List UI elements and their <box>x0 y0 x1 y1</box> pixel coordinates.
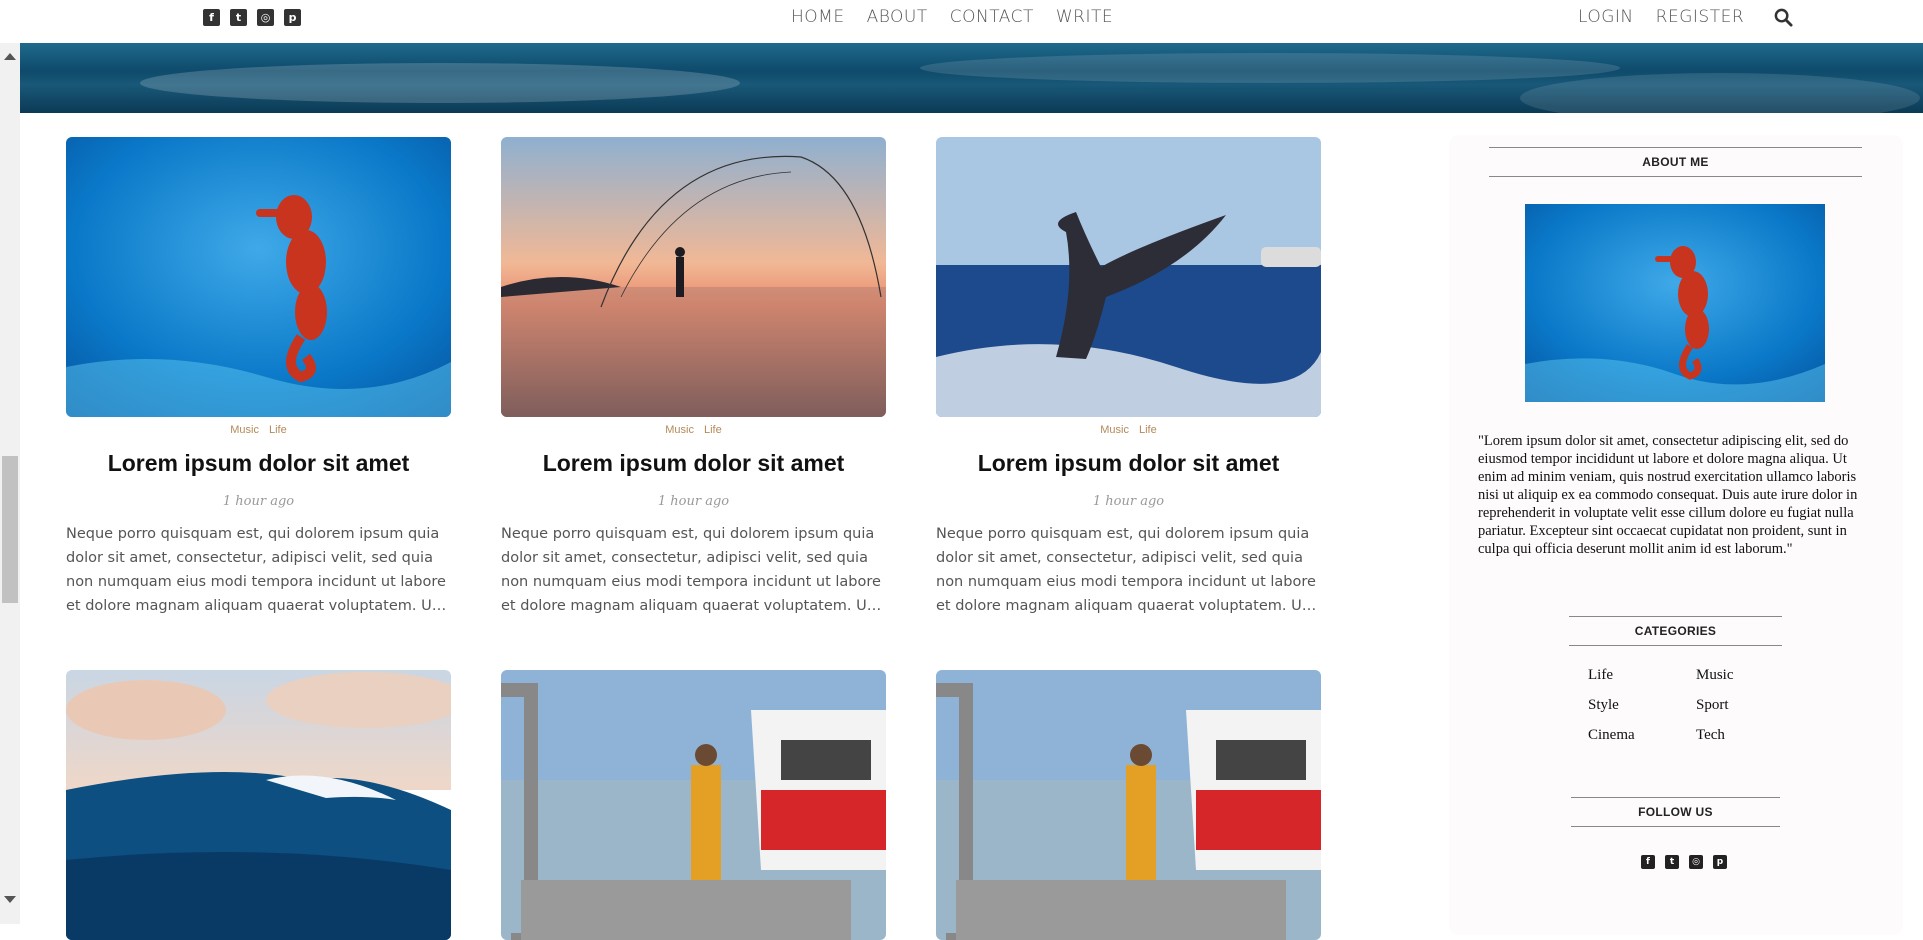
post-card[interactable] <box>66 670 451 940</box>
post-image-fishing-boat[interactable] <box>501 670 886 940</box>
post-image-fisherman-sunset[interactable] <box>501 137 886 417</box>
main-nav: HOME ABOUT CONTACT WRITE <box>791 7 1113 27</box>
pinterest-icon[interactable]: p <box>284 9 301 26</box>
post-categories: Music Life <box>936 424 1321 436</box>
about-text: "Lorem ipsum dolor sit amet, consectetur… <box>1478 433 1858 557</box>
login-link[interactable]: LOGIN <box>1578 7 1634 27</box>
post-description: Neque porro quisquam est, qui dolorem ip… <box>936 526 1316 614</box>
nav-write[interactable]: WRITE <box>1056 7 1113 27</box>
twitter-icon[interactable]: t <box>1665 855 1679 869</box>
post-title[interactable]: Lorem ipsum dolor sit amet <box>66 450 451 477</box>
top-navbar: f t ◎ p HOME ABOUT CONTACT WRITE LOGIN R… <box>0 0 1923 43</box>
category-tag[interactable]: Life <box>704 424 722 436</box>
post-image-fishing-boat[interactable] <box>936 670 1321 940</box>
category-tag[interactable]: Life <box>269 424 287 436</box>
nav-contact[interactable]: CONTACT <box>950 7 1034 27</box>
category-tag[interactable]: Music <box>665 424 694 436</box>
twitter-icon[interactable]: t <box>230 9 247 26</box>
about-me-title: ABOUT ME <box>1489 147 1862 177</box>
sidebar-category-music[interactable]: Music <box>1696 667 1804 684</box>
instagram-icon[interactable]: ◎ <box>1689 855 1703 869</box>
sidebar-category-life[interactable]: Life <box>1588 667 1696 684</box>
nav-about[interactable]: ABOUT <box>867 7 928 27</box>
social-links: f t ◎ p <box>203 9 301 26</box>
hero-header-image <box>20 43 1923 113</box>
category-tag[interactable]: Music <box>1100 424 1129 436</box>
post-title[interactable]: Lorem ipsum dolor sit amet <box>501 450 886 477</box>
post-description: Neque porro quisquam est, qui dolorem ip… <box>501 526 881 614</box>
post-categories: Music Life <box>501 424 886 436</box>
categories-list: Life Music Style Sport Cinema Tech <box>1588 667 1804 744</box>
post-image-whale-tail[interactable] <box>936 137 1321 417</box>
auth-nav: LOGIN REGISTER <box>1578 7 1744 27</box>
post-card[interactable] <box>936 670 1321 940</box>
facebook-icon[interactable]: f <box>1641 855 1655 869</box>
sidebar-category-style[interactable]: Style <box>1588 697 1696 714</box>
post-card[interactable]: Music Life Lorem ipsum dolor sit amet 1 h… <box>501 137 886 618</box>
search-icon[interactable] <box>1774 8 1793 27</box>
nav-home[interactable]: HOME <box>791 7 845 27</box>
post-card[interactable] <box>501 670 886 940</box>
post-description: Neque porro quisquam est, qui dolorem ip… <box>66 526 446 614</box>
scroll-up-arrow-icon[interactable] <box>4 53 16 60</box>
category-tag[interactable]: Life <box>1139 424 1157 436</box>
post-date: 1 hour ago <box>657 494 730 509</box>
post-date: 1 hour ago <box>222 494 295 509</box>
post-card[interactable]: Music Life Lorem ipsum dolor sit amet 1 h… <box>66 137 451 618</box>
register-link[interactable]: REGISTER <box>1656 7 1744 27</box>
sidebar-category-sport[interactable]: Sport <box>1696 697 1804 714</box>
post-date: 1 hour ago <box>1092 494 1165 509</box>
pinterest-icon[interactable]: p <box>1713 855 1727 869</box>
sidebar-category-cinema[interactable]: Cinema <box>1588 727 1696 744</box>
follow-us-links: f t ◎ p <box>1641 855 1727 869</box>
facebook-icon[interactable]: f <box>203 9 220 26</box>
page-scrollbar[interactable] <box>0 43 20 924</box>
categories-title: CATEGORIES <box>1569 616 1782 646</box>
category-tag[interactable]: Music <box>230 424 259 436</box>
post-image-ocean-wave[interactable] <box>66 670 451 940</box>
post-title[interactable]: Lorem ipsum dolor sit amet <box>936 450 1321 477</box>
scrollbar-thumb[interactable] <box>2 456 18 603</box>
about-image-seahorse <box>1525 204 1825 402</box>
post-card[interactable]: Music Life Lorem ipsum dolor sit amet 1 h… <box>936 137 1321 618</box>
post-image-seahorse[interactable] <box>66 137 451 417</box>
sidebar-category-tech[interactable]: Tech <box>1696 727 1804 744</box>
scroll-down-arrow-icon[interactable] <box>4 896 16 903</box>
instagram-icon[interactable]: ◎ <box>257 9 274 26</box>
sidebar: ABOUT ME "Lorem ipsum dolor sit amet, co… <box>1449 135 1903 935</box>
post-categories: Music Life <box>66 424 451 436</box>
follow-us-title: FOLLOW US <box>1571 797 1780 827</box>
